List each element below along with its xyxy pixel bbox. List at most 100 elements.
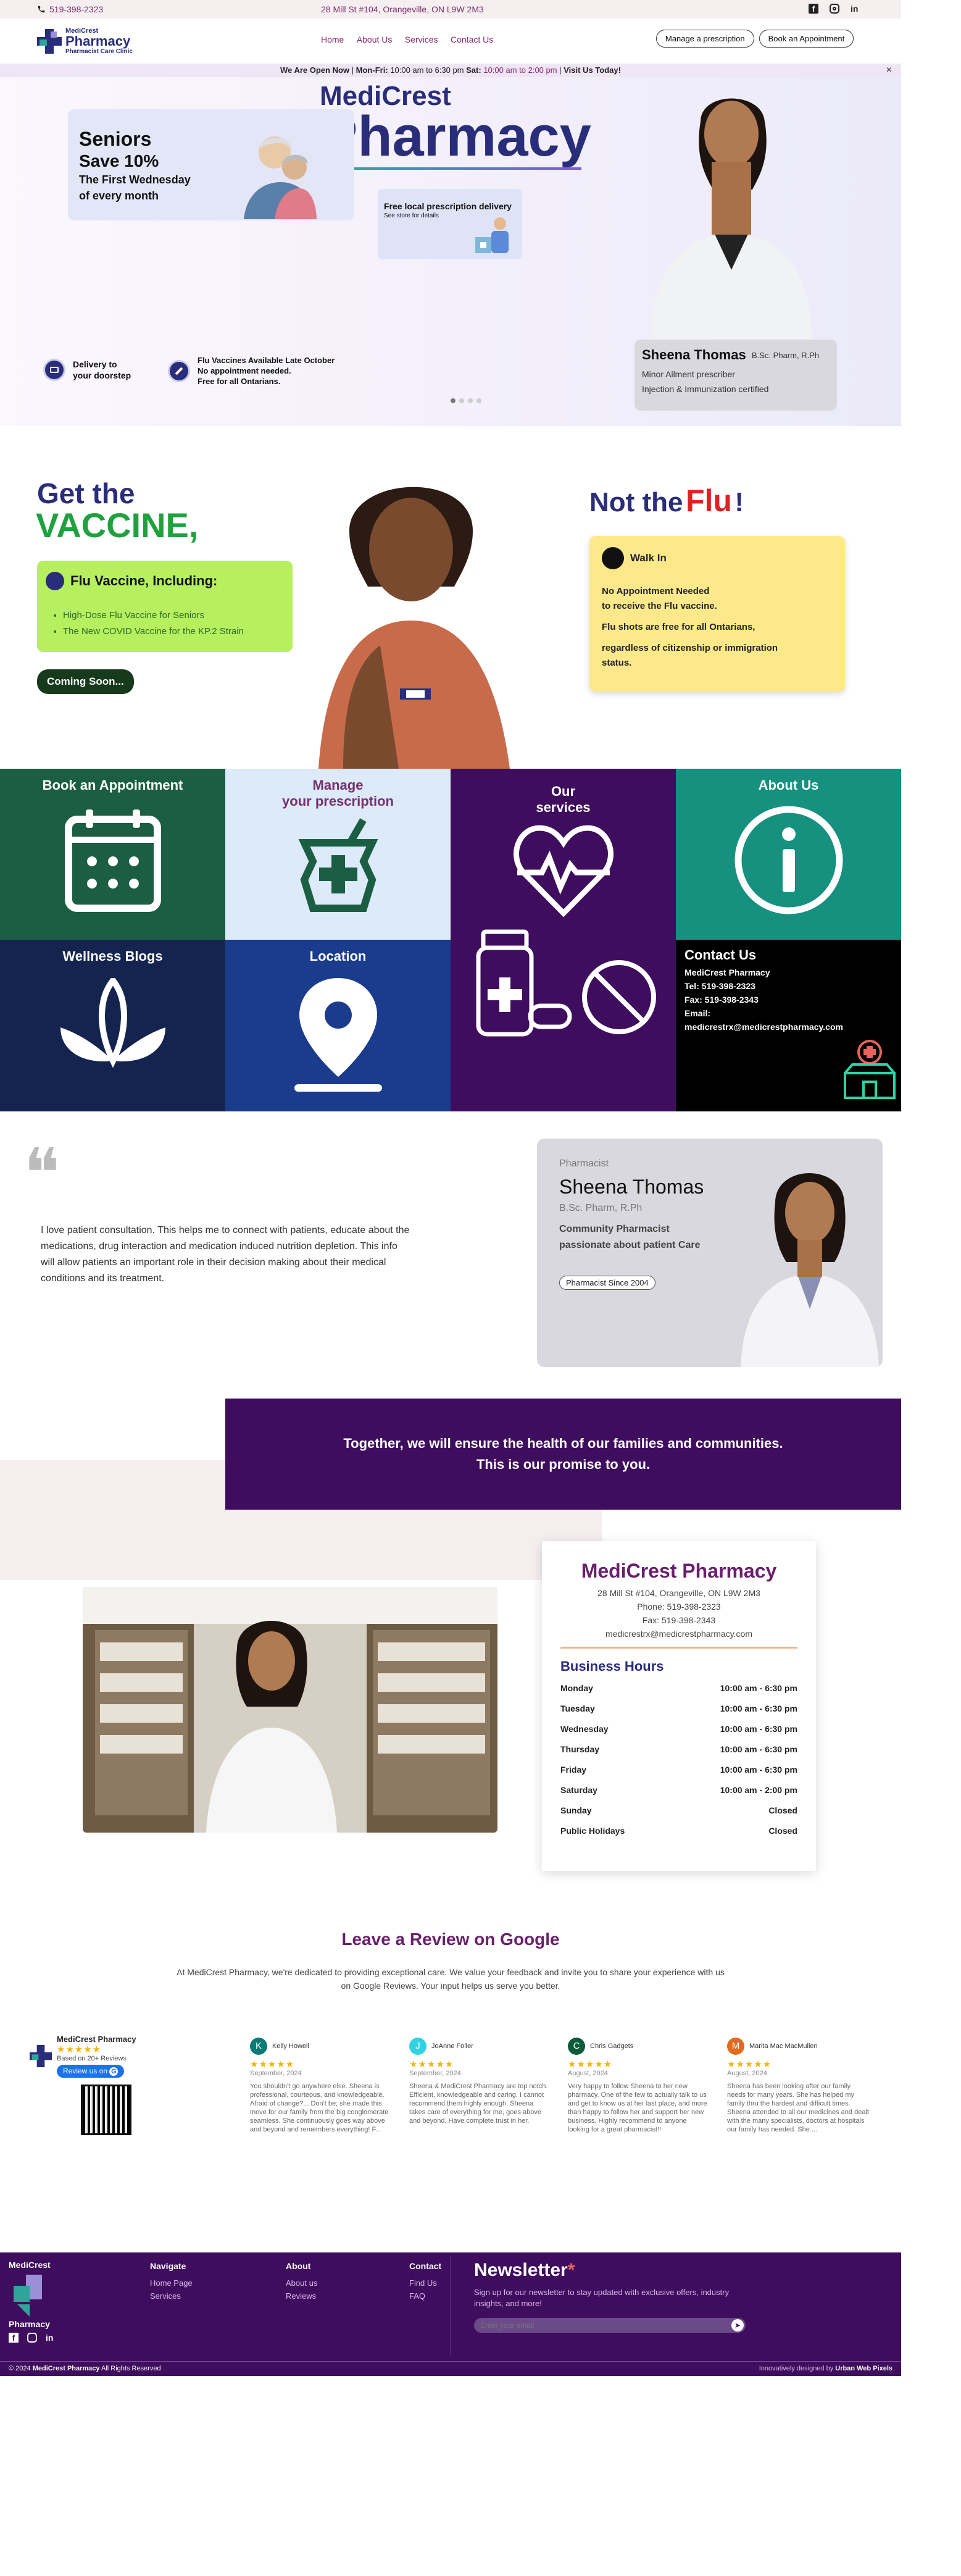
feature-delivery-a: Delivery to bbox=[73, 359, 117, 369]
delivery-card: Free local prescription delivery See sto… bbox=[378, 189, 522, 259]
location-tile-title: Location bbox=[309, 948, 367, 964]
not-the-flu-heading: Not the Flu ! bbox=[589, 483, 744, 519]
wellness-tile-title: Wellness Blogs bbox=[62, 948, 163, 964]
about-us-tile[interactable]: About Us bbox=[676, 769, 901, 940]
profile-role: Pharmacist bbox=[559, 1158, 609, 1169]
hours-day: Sunday bbox=[560, 1805, 592, 1815]
google-g-icon: G bbox=[109, 2067, 119, 2076]
hero-pharm-creds: B.Sc. Pharm, R.Ph bbox=[752, 351, 820, 360]
hero-slider: MediCrest Pharmacy Seniors Save 10% The … bbox=[0, 77, 901, 426]
review-text: Sheena has been looking after our family… bbox=[727, 2083, 869, 2133]
widget-stars: ★★★★★ bbox=[57, 2044, 102, 2055]
send-icon[interactable]: ➤ bbox=[731, 2319, 744, 2331]
site-logo[interactable]: MediCrest Pharmacy Pharmacist Care Clini… bbox=[37, 27, 133, 55]
pharmacist-hero-photo bbox=[651, 98, 812, 339]
footer-link-about[interactable]: About us bbox=[286, 2278, 317, 2288]
reviews-intro: At MediCrest Pharmacy, we're dedicated t… bbox=[0, 1965, 901, 1993]
footer-bottom-rule bbox=[0, 2361, 901, 2362]
review-stars: ★★★★★ bbox=[568, 2059, 613, 2070]
footer-link-find-us[interactable]: Find Us bbox=[409, 2278, 441, 2288]
hero-pharm-line2: Injection & Immunization certified bbox=[642, 384, 769, 394]
review-us-button[interactable]: Review us on G bbox=[57, 2065, 125, 2078]
wellness-blogs-tile[interactable]: Wellness Blogs bbox=[0, 940, 225, 1111]
footer-instagram-icon[interactable] bbox=[27, 2333, 37, 2343]
close-announcement-icon[interactable]: × bbox=[886, 64, 892, 77]
our-services-tile[interactable]: Our services bbox=[451, 769, 676, 1111]
hero-pharm-name: Sheena Thomas bbox=[642, 347, 746, 362]
slider-dot[interactable] bbox=[468, 398, 473, 403]
hours-table: Monday 10:00 am - 6:30 pm Tuesday 10:00 am… bbox=[560, 1678, 797, 1841]
hours-day: Wednesday bbox=[560, 1724, 609, 1734]
footer-facebook-icon[interactable]: f bbox=[9, 2333, 19, 2343]
seniors-when-2: of every month bbox=[79, 190, 159, 202]
slider-dot[interactable] bbox=[451, 398, 456, 403]
hours-time: Closed bbox=[768, 1826, 797, 1836]
slider-dot[interactable] bbox=[476, 398, 481, 403]
footer-link-home[interactable]: Home Page bbox=[150, 2278, 193, 2288]
phone-link[interactable]: 519-398-2323 bbox=[37, 4, 103, 14]
calendar-icon bbox=[64, 809, 161, 912]
nav-contact[interactable]: Contact Us bbox=[451, 35, 493, 44]
widget-logo-icon bbox=[30, 2045, 52, 2067]
slider-dot[interactable] bbox=[459, 398, 464, 403]
footer-link-reviews[interactable]: Reviews bbox=[286, 2291, 317, 2301]
top-bar: 519-398-2323 28 Mill St #104, Orangevill… bbox=[0, 0, 901, 19]
footer-logo-pharmacy: Pharmacy bbox=[9, 2319, 50, 2329]
announcement-bar: We Are Open Now | Mon-Fri: 10:00 am to 6… bbox=[0, 64, 901, 77]
review-stars: ★★★★★ bbox=[409, 2059, 454, 2070]
hours-time: 10:00 am - 6:30 pm bbox=[720, 1744, 797, 1754]
truck-icon bbox=[43, 359, 65, 381]
info-icon bbox=[734, 806, 842, 914]
hours-time: 10:00 am - 6:30 pm bbox=[720, 1704, 797, 1713]
feature-flu-c: Free for all Ontarians. bbox=[198, 377, 281, 386]
walk-in-line5: status. bbox=[602, 658, 632, 668]
book-appointment-button[interactable]: Book an Appointment bbox=[759, 30, 854, 48]
divider-1: | bbox=[351, 65, 354, 75]
review-us-label: Review us on bbox=[63, 2067, 108, 2075]
nav-about[interactable]: About Us bbox=[357, 35, 393, 44]
hero-pharm-line1: Minor Ailment prescriber bbox=[642, 369, 735, 379]
newsletter-asterisk: * bbox=[567, 2260, 575, 2280]
walk-in-title: Walk In bbox=[630, 552, 667, 564]
review-text: You shouldn't go anywhere else. Sheena i… bbox=[250, 2083, 389, 2133]
hours-row: Friday 10:00 am - 6:30 pm bbox=[560, 1760, 797, 1780]
store-email: medicrestrx@medicrestpharmacy.com bbox=[605, 1629, 752, 1639]
linkedin-icon[interactable]: in bbox=[851, 4, 860, 14]
review-card: C Chris Gadgets ★★★★★ August, 2024 Very … bbox=[568, 2038, 710, 2134]
footer-linkedin-icon[interactable]: in bbox=[46, 2333, 53, 2343]
facebook-icon[interactable]: f bbox=[809, 4, 818, 14]
nav-services[interactable]: Services bbox=[405, 35, 438, 44]
instagram-icon[interactable] bbox=[830, 4, 839, 14]
footer-link-services[interactable]: Services bbox=[150, 2291, 193, 2301]
widget-based: Based on 20+ Reviews bbox=[57, 2055, 127, 2062]
seniors-card: Seniors Save 10% The First Wednesday of … bbox=[68, 109, 354, 220]
about-tile-title: About Us bbox=[758, 777, 819, 793]
manage-tile-title-1: Manage bbox=[312, 777, 364, 793]
nav-home[interactable]: Home bbox=[321, 35, 344, 44]
review-text: Sheena & MediCrest Pharmacy are top notc… bbox=[409, 2083, 548, 2125]
review-date: August, 2024 bbox=[568, 2070, 608, 2077]
delivery-person-icon bbox=[475, 217, 509, 253]
book-appointment-tile[interactable]: Book an Appointment bbox=[0, 769, 225, 940]
contact-tile-email: medicrestrx@medicrestpharmacy.com bbox=[684, 1022, 843, 1032]
manage-prescription-tile[interactable]: Manage your prescription bbox=[225, 769, 451, 940]
newsletter-email-input[interactable] bbox=[480, 2320, 715, 2331]
credit-brand[interactable]: Urban Web Pixels bbox=[835, 2365, 892, 2372]
coming-soon-badge: Coming Soon... bbox=[37, 669, 134, 694]
footer-logo[interactable]: MediCrest Pharmacy f in bbox=[9, 2260, 53, 2343]
footer: MediCrest Pharmacy f in Navigate Home Pa… bbox=[0, 2252, 901, 2376]
review-card: M Marita Mac MacMullen ★★★★★ August, 202… bbox=[727, 2038, 869, 2134]
contact-us-tile[interactable]: Contact Us MediCrest Pharmacy Tel: 519-3… bbox=[676, 940, 901, 1111]
promise-banner: Together, we will ensure the health of o… bbox=[225, 1399, 901, 1510]
reviewer-name: Chris Gadgets bbox=[590, 2043, 634, 2050]
vaccine-section: Get the VACCINE, Flu Vaccine, Including:… bbox=[0, 426, 901, 769]
footer-link-faq[interactable]: FAQ bbox=[409, 2291, 441, 2301]
footer-navigate: Navigate Home Page Services bbox=[150, 2261, 193, 2304]
profile-tag1: Community Pharmacist bbox=[559, 1224, 670, 1234]
manage-prescription-button[interactable]: Manage a prescription bbox=[656, 30, 754, 48]
feature-flu-b: No appointment needed. bbox=[198, 366, 291, 375]
location-tile[interactable]: Location bbox=[225, 940, 451, 1111]
book-tile-title: Book an Appointment bbox=[42, 777, 183, 793]
lotus-icon bbox=[60, 978, 165, 1068]
hero-brand-line2: Pharmacy bbox=[320, 105, 591, 168]
